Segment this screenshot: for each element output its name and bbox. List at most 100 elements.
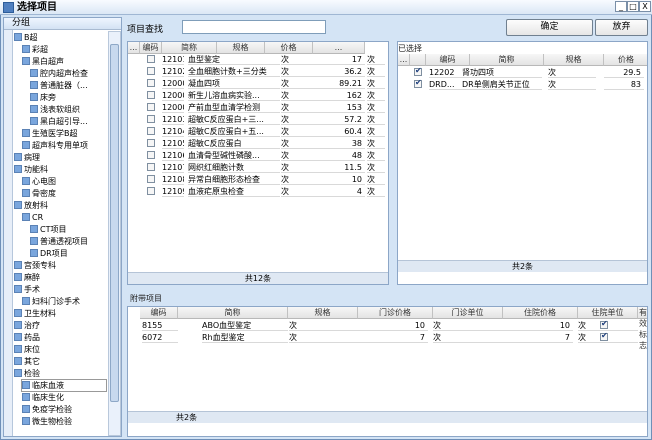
tree-item[interactable]: 普通脏器（... xyxy=(30,80,106,91)
tree-item[interactable]: 药品 xyxy=(14,332,106,343)
row-checkbox[interactable] xyxy=(147,139,155,147)
column-header: 价格 xyxy=(604,54,647,66)
price-cell: 89.21 xyxy=(313,78,365,89)
tree-item[interactable]: 心电图 xyxy=(22,176,106,187)
window-title: 选择项目 xyxy=(17,2,57,13)
row-checkbox[interactable] xyxy=(147,103,155,111)
column-header xyxy=(410,54,426,66)
unit-cell: 次 xyxy=(367,66,385,77)
column-header: 编码 xyxy=(140,42,162,54)
row-checkbox[interactable] xyxy=(147,115,155,123)
outpatient-unit-cell: 次 xyxy=(433,320,503,331)
tree-item[interactable]: 临床血液 xyxy=(21,379,107,392)
price-cell: 4 xyxy=(313,186,365,197)
tree-item[interactable]: 腔内超声检查 xyxy=(30,68,106,79)
group-tree-header: 分组 xyxy=(4,18,121,30)
unit-cell: 次 xyxy=(367,78,385,89)
tree-item[interactable]: 临床生化 xyxy=(22,392,106,403)
row-checkbox[interactable] xyxy=(147,187,155,195)
tree-item[interactable]: 检验 xyxy=(14,368,106,379)
tree-item[interactable]: 浅表软组织 xyxy=(30,104,106,115)
close-button[interactable]: X xyxy=(639,1,651,12)
tree-item-label: 卫生材料 xyxy=(24,309,56,318)
inpatient-price-cell: 7 xyxy=(503,332,573,343)
tree-item[interactable]: 黑白超引导... xyxy=(30,116,106,127)
row-checkbox[interactable] xyxy=(147,175,155,183)
tree-node-icon xyxy=(22,381,30,389)
unit-cell: 次 xyxy=(367,126,385,137)
tree-item-label: 微生物检验 xyxy=(32,417,72,426)
attached-items-title: 附带项目 xyxy=(130,294,162,303)
tree-scroll-thumb[interactable] xyxy=(110,44,119,402)
minimize-button[interactable]: _ xyxy=(615,1,627,12)
search-input[interactable] xyxy=(182,20,326,34)
tree-item[interactable]: 功能科 xyxy=(14,164,106,175)
tree-node-icon xyxy=(30,93,38,101)
tree-item-label: CT项目 xyxy=(40,225,67,234)
price-cell: 153 xyxy=(313,102,365,113)
row-checkbox[interactable] xyxy=(147,163,155,171)
tree-item-label: 骨密度 xyxy=(32,189,56,198)
row-checkbox[interactable] xyxy=(147,91,155,99)
tree-node-icon xyxy=(30,225,38,233)
tree-node-icon xyxy=(30,117,38,125)
tree-item[interactable]: 黑白超声 xyxy=(22,56,106,67)
tree-item[interactable]: 床旁 xyxy=(30,92,106,103)
tree-item[interactable]: 放射科 xyxy=(14,200,106,211)
tree-node-icon xyxy=(22,405,30,413)
tree-item-label: 麻醉 xyxy=(24,273,40,282)
tree-item[interactable]: 麻醉 xyxy=(14,272,106,283)
tree-node-icon xyxy=(14,201,22,209)
tree-item[interactable]: 宫颈专科 xyxy=(14,260,106,271)
row-checkbox[interactable] xyxy=(147,55,155,63)
column-header: 门诊单位 xyxy=(433,307,503,319)
tree-item[interactable]: 微生物检验 xyxy=(22,416,106,427)
tree-item[interactable]: 其它 xyxy=(14,356,106,367)
name-cell: 超敏C反应蛋白+三... xyxy=(188,114,280,125)
tree-item[interactable]: CT项目 xyxy=(30,224,106,235)
name-cell: 凝血四项 xyxy=(188,78,280,89)
group-tree[interactable]: B超 彩超 黑白超声腔内超声检查普通脏器（... 床旁 浅表软组织 黑白超引导... 生殖医… xyxy=(14,31,109,436)
ok-button[interactable]: 确定 xyxy=(506,19,593,36)
row-checkbox[interactable] xyxy=(147,67,155,75)
tree-item[interactable]: 免疫学检验 xyxy=(22,404,106,415)
tree-node-icon xyxy=(22,417,30,425)
tree-item[interactable]: 普通透视项目 xyxy=(30,236,106,247)
tree-scrollbar[interactable] xyxy=(108,31,121,436)
price-cell: 29.5 xyxy=(604,67,644,78)
name-cell: 网织红细胞计数 xyxy=(188,162,280,173)
tree-item[interactable]: 手术 xyxy=(14,284,106,295)
row-checkbox[interactable] xyxy=(147,127,155,135)
name-cell: 全血细胞计数+三分类 xyxy=(188,66,280,77)
tree-item-label: 放射科 xyxy=(24,201,48,210)
tree-item[interactable]: 彩超 xyxy=(22,44,106,55)
outpatient-price-cell: 7 xyxy=(358,332,428,343)
tree-item[interactable]: 生殖医学B超 xyxy=(22,128,106,139)
tree-item[interactable]: 床位 xyxy=(14,344,106,355)
tree-item-label: 腔内超声检查 xyxy=(40,69,88,78)
tree-item[interactable]: 卫生材料 xyxy=(14,308,106,319)
tree-item[interactable]: DR项目 xyxy=(30,248,106,259)
row-checkbox[interactable] xyxy=(147,151,155,159)
tree-item[interactable]: 病理 xyxy=(14,152,106,163)
tree-item[interactable]: 骨密度 xyxy=(22,188,106,199)
tree-item[interactable]: B超 xyxy=(14,32,106,43)
tree-item[interactable]: 超声科专用单项 xyxy=(22,140,106,151)
valid-flag-checkbox[interactable] xyxy=(600,331,608,341)
valid-flag-checkbox[interactable] xyxy=(600,319,608,329)
cancel-button[interactable]: 放弃 xyxy=(595,19,648,36)
name-cell: 超敏C反应蛋白+五... xyxy=(188,126,280,137)
row-checkbox[interactable] xyxy=(147,79,155,87)
tree-item[interactable]: 治疗 xyxy=(14,320,106,331)
column-header: 规格 xyxy=(288,307,358,319)
tree-item[interactable]: 妇科门诊手术 xyxy=(22,296,106,307)
code-cell: 12109 xyxy=(162,187,184,197)
tree-item[interactable]: CR xyxy=(22,212,106,223)
tree-node-icon xyxy=(30,105,38,113)
code-cell: 8155 xyxy=(142,320,178,331)
price-cell: 60.4 xyxy=(313,126,365,137)
tree-node-icon xyxy=(30,249,38,257)
maximize-button[interactable]: □ xyxy=(627,1,639,12)
row-checkbox[interactable] xyxy=(414,78,422,88)
row-checkbox[interactable] xyxy=(414,66,422,76)
